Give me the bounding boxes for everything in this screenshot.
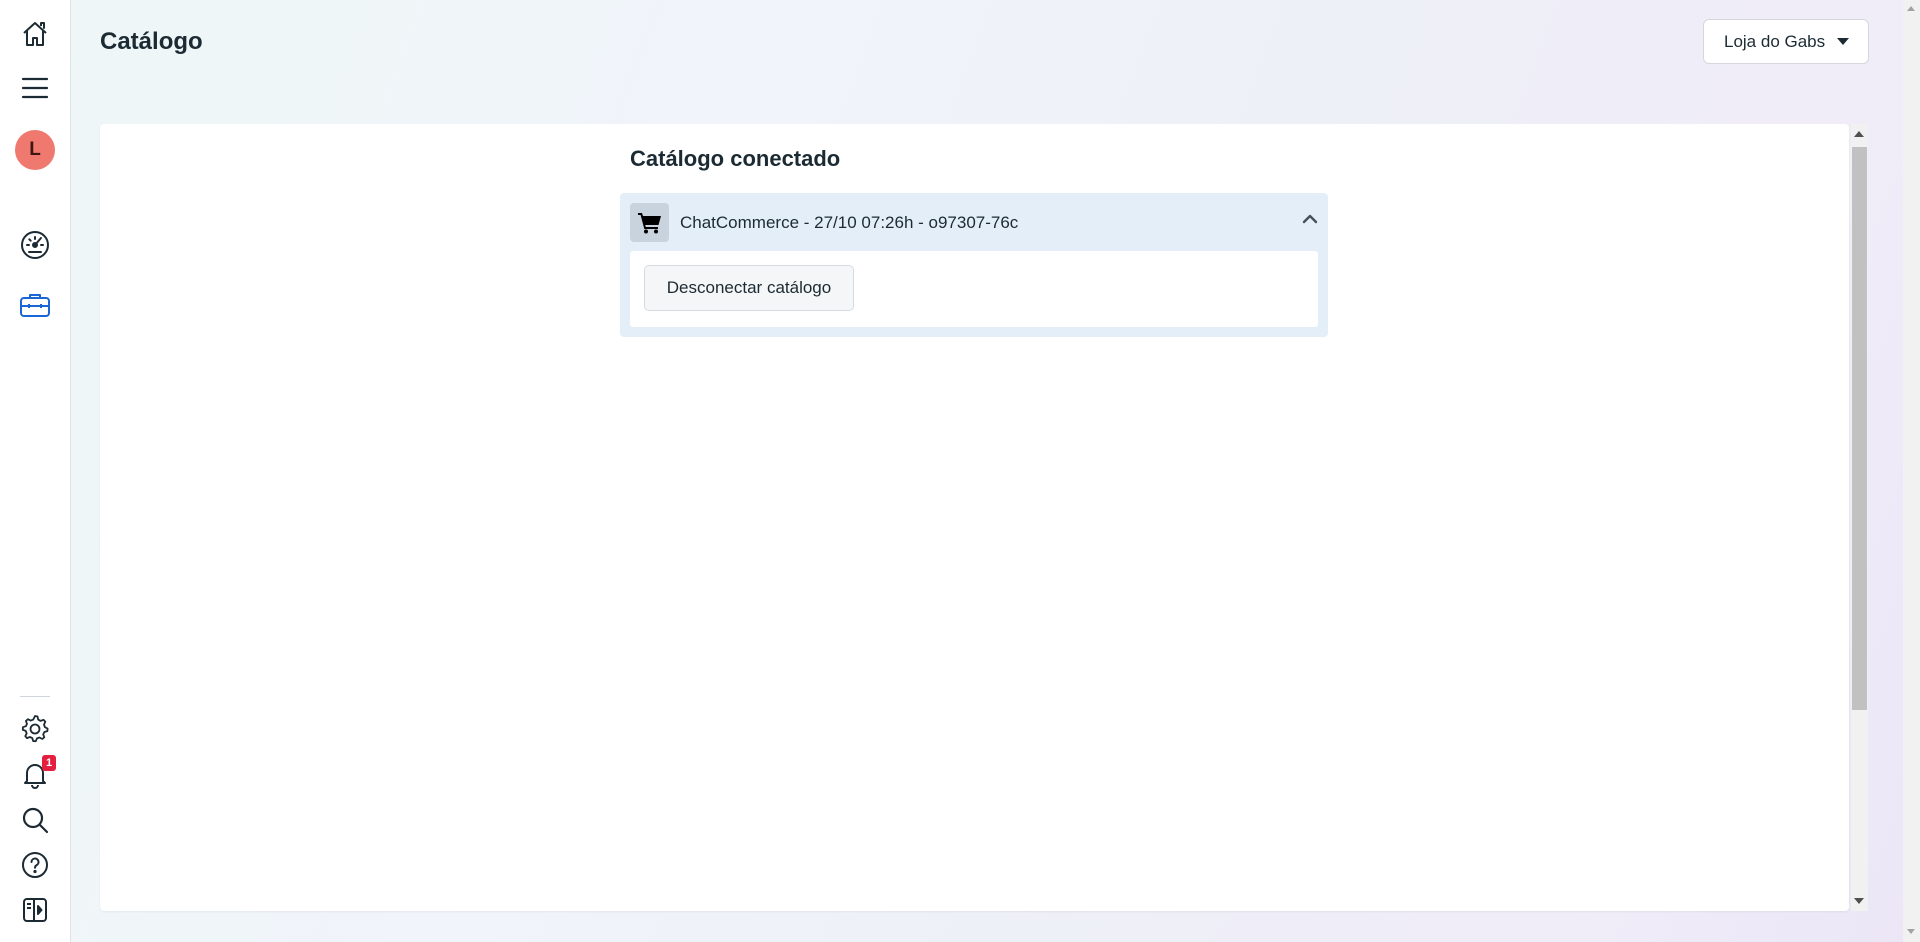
store-selector-dropdown[interactable]: Loja do Gabs (1703, 19, 1869, 64)
page-title: Catálogo (100, 28, 203, 55)
catalog-panel: Catálogo conectado ChatCommerce - 27/10 … (100, 124, 1849, 911)
catalog-item-label: ChatCommerce - 27/10 07:26h - o97307-76c (680, 213, 1019, 232)
sidebar-divider (20, 696, 50, 697)
store-selector-value: Loja do Gabs (1724, 31, 1826, 51)
home-icon (23, 22, 47, 46)
scroll-up-arrow-icon[interactable] (1854, 131, 1864, 137)
chevron-up-icon[interactable] (1302, 213, 1318, 225)
window-scroll-up-icon[interactable] (1907, 6, 1915, 11)
window-scroll-down-icon[interactable] (1907, 929, 1915, 934)
gear-icon (21, 715, 49, 743)
catalog-accordion-body: Desconectar catálogo (630, 251, 1318, 327)
help-button[interactable] (11, 845, 59, 885)
collapse-sidebar-button[interactable] (11, 890, 59, 930)
collapse-panel-icon (23, 898, 47, 922)
panel-scrollbar-thumb[interactable] (1852, 147, 1867, 710)
settings-button[interactable] (11, 709, 59, 749)
scroll-down-arrow-icon[interactable] (1854, 898, 1864, 904)
avatar-initial: L (29, 139, 41, 160)
cart-icon-box (630, 203, 669, 242)
section-title: Catálogo conectado (630, 146, 841, 171)
catalog-accordion-header[interactable]: ChatCommerce - 27/10 07:26h - o97307-76c (620, 193, 1328, 251)
search-icon (22, 807, 49, 834)
avatar[interactable]: L (15, 130, 55, 170)
menu-button[interactable] (11, 68, 59, 108)
notification-badge: 1 (42, 755, 56, 771)
search-button[interactable] (11, 800, 59, 840)
menu-icon (21, 77, 49, 99)
disconnect-catalog-button[interactable]: Desconectar catálogo (644, 265, 854, 311)
business-tools-button[interactable] (11, 285, 59, 325)
briefcase-icon (20, 294, 50, 317)
dashboard-gauge-icon (21, 231, 49, 259)
caret-down-icon (1837, 38, 1849, 45)
connected-catalog-accordion: ChatCommerce - 27/10 07:26h - o97307-76c… (620, 193, 1328, 337)
home-button[interactable] (11, 14, 59, 54)
shopping-cart-icon (637, 212, 661, 233)
help-icon (22, 852, 48, 878)
left-sidebar: L 1 (0, 0, 71, 942)
window-scrollbar-track[interactable] (1903, 0, 1920, 942)
dashboard-button[interactable] (11, 225, 59, 265)
